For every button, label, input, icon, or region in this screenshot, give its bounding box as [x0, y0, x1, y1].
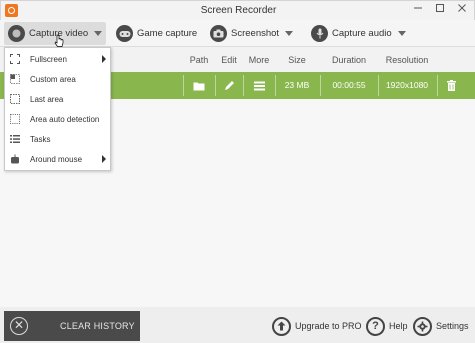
maximize-icon[interactable]: [429, 1, 451, 21]
trash-icon[interactable]: [440, 72, 462, 99]
divider: [437, 75, 438, 96]
row-duration: 00:00:55: [332, 80, 366, 90]
menu-item-label: Fullscreen: [30, 54, 67, 64]
clear-history-label: CLEAR HISTORY: [60, 321, 135, 331]
camera-icon: [210, 25, 227, 42]
menu-item-last-area[interactable]: Last area: [5, 89, 110, 109]
game-capture-label: Game capture: [137, 28, 198, 39]
close-circle-icon: ✕: [10, 317, 28, 335]
chevron-down-icon: [285, 31, 294, 36]
screenshot-label: Screenshot: [231, 28, 280, 39]
screenshot-button[interactable]: Screenshot: [210, 22, 294, 45]
settings-button[interactable]: Settings: [413, 316, 469, 336]
column-header-duration: Duration: [331, 55, 367, 65]
area-auto-detection-icon: [10, 114, 20, 124]
microphone-icon: [311, 25, 328, 42]
capture-audio-button[interactable]: Capture audio: [311, 22, 406, 45]
column-header-path: Path: [189, 55, 209, 65]
window-title: Screen Recorder: [200, 5, 277, 16]
capture-video-dropdown: Fullscreen Custom area Last area Area au…: [4, 47, 111, 171]
help-label: Help: [389, 321, 408, 331]
row-size: 23 MB: [284, 80, 310, 90]
chevron-down-icon: [94, 31, 103, 36]
pencil-icon[interactable]: [216, 72, 243, 99]
gamepad-icon: [116, 25, 133, 42]
tasks-icon: [10, 134, 20, 144]
column-header-size: Size: [288, 55, 306, 65]
menu-item-label: Last area: [30, 94, 64, 104]
menu-item-label: Tasks: [30, 134, 51, 144]
chevron-down-icon: [397, 31, 406, 36]
menu-item-area-auto-detection[interactable]: Area auto detection: [5, 109, 110, 129]
column-header-edit: Edit: [221, 55, 237, 65]
around-mouse-icon: [10, 154, 20, 164]
record-icon: [8, 25, 25, 42]
mouse-cursor-icon: [54, 34, 64, 47]
close-icon[interactable]: [451, 1, 473, 21]
column-header-resolution: Resolution: [385, 55, 429, 65]
bottom-bar: ✕ CLEAR HISTORY Upgrade to PRO ? Help Se…: [0, 307, 475, 343]
arrow-up-icon: [272, 316, 291, 336]
chevron-right-icon: [102, 155, 106, 163]
minimize-icon[interactable]: [407, 1, 429, 21]
menu-item-label: Around mouse: [30, 154, 83, 164]
custom-area-icon: [10, 74, 20, 84]
menu-item-fullscreen[interactable]: Fullscreen: [5, 49, 110, 69]
help-icon: ?: [366, 316, 385, 336]
game-capture-button[interactable]: Game capture: [116, 22, 197, 45]
menu-item-label: Custom area: [30, 74, 76, 84]
menu-item-tasks[interactable]: Tasks: [5, 129, 110, 149]
row-resolution: 1920x1080: [385, 80, 429, 90]
menu-item-around-mouse[interactable]: Around mouse: [5, 149, 110, 169]
title-bar: Screen Recorder: [0, 0, 475, 20]
folder-icon[interactable]: [184, 72, 214, 99]
menu-lines-icon[interactable]: [244, 72, 274, 99]
upgrade-label: Upgrade to PRO: [295, 321, 362, 331]
last-area-icon: [10, 94, 20, 104]
fullscreen-icon: [10, 54, 20, 64]
gear-icon: [413, 316, 432, 336]
menu-item-label: Area auto detection: [30, 114, 100, 124]
toolbar: Capture video Game capture Screenshot Ca…: [0, 20, 475, 47]
help-button[interactable]: ? Help: [366, 316, 408, 336]
capture-audio-label: Capture audio: [332, 28, 392, 39]
clear-history-button[interactable]: ✕ CLEAR HISTORY: [4, 311, 140, 341]
upgrade-button[interactable]: Upgrade to PRO: [272, 316, 362, 336]
chevron-right-icon: [102, 55, 106, 63]
settings-label: Settings: [436, 321, 469, 331]
menu-item-custom-area[interactable]: Custom area: [5, 69, 110, 89]
column-header-more: More: [248, 55, 270, 65]
